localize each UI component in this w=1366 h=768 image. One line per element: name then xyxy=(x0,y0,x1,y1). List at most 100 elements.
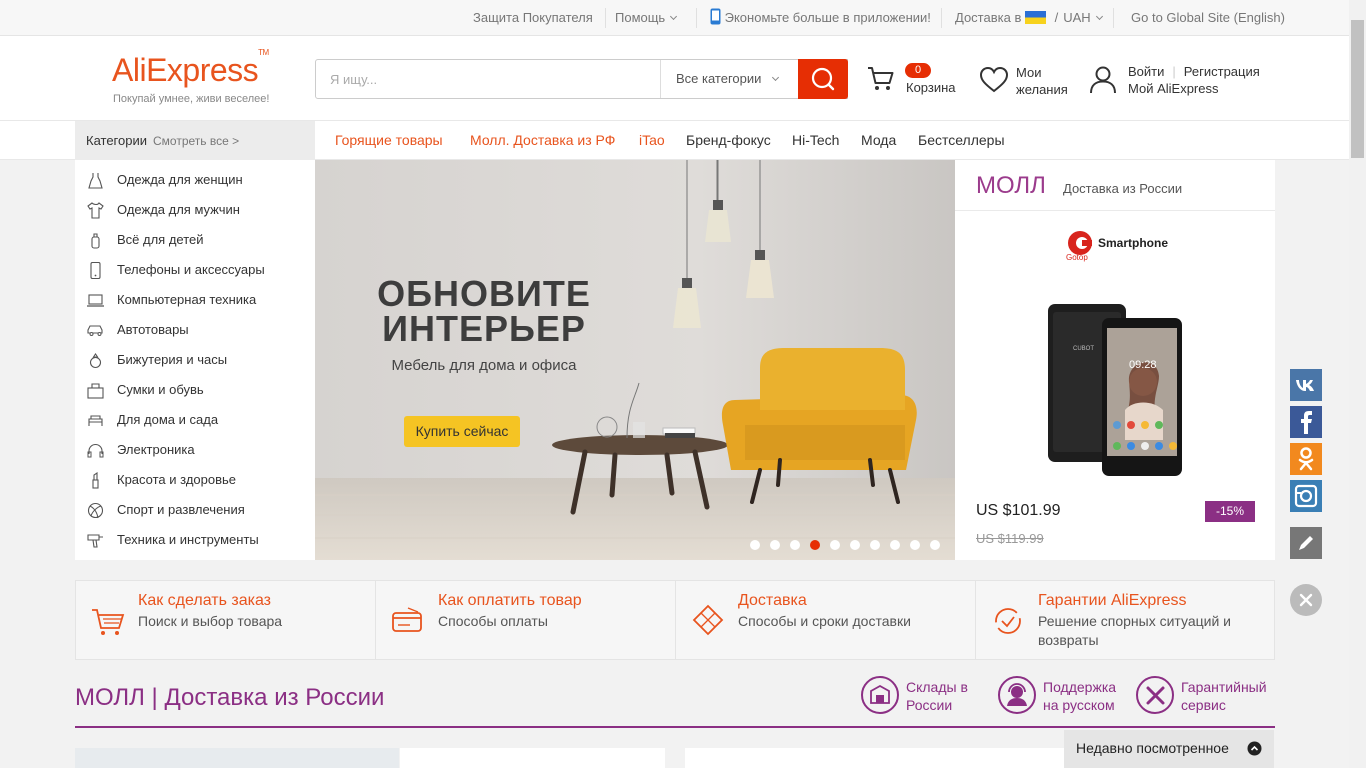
nav-brand-focus[interactable]: Бренд-фокус xyxy=(686,121,771,160)
wishlist-button[interactable] xyxy=(979,66,1009,97)
dress-icon xyxy=(88,173,103,189)
search-button[interactable] xyxy=(798,59,848,99)
info-how-to-order[interactable]: Как сделать заказ Поиск и выбор товара xyxy=(76,581,376,659)
wishlist-line2: желания xyxy=(1016,82,1068,97)
carousel-dot[interactable] xyxy=(870,540,880,550)
category-nav: Категории Смотреть все > Горящие товары М… xyxy=(0,120,1366,160)
card-icon xyxy=(392,607,422,632)
category-jewelry[interactable]: Бижутерия и часы xyxy=(75,345,315,375)
cart-button[interactable] xyxy=(866,64,896,97)
carousel-dot[interactable] xyxy=(750,540,760,550)
my-aliexpress-link[interactable]: Мой AliExpress xyxy=(1128,80,1260,97)
category-label: Всё для детей xyxy=(117,232,204,247)
phone-clock: 09:28 xyxy=(1129,359,1157,371)
account-button[interactable] xyxy=(1088,64,1118,97)
chevron-up-icon xyxy=(1247,741,1262,756)
nav-mall-russia[interactable]: Молл. Доставка из РФ xyxy=(470,121,615,160)
feature-line1: Гарантийный xyxy=(1181,679,1267,695)
guarantee-icon xyxy=(995,608,1021,634)
category-select[interactable]: Все категории xyxy=(660,60,799,98)
carousel-dot[interactable] xyxy=(770,540,780,550)
info-title: Гарантии AliExpress xyxy=(1038,592,1187,609)
carousel-dot[interactable] xyxy=(850,540,860,550)
category-phones[interactable]: Телефоны и аксессуары xyxy=(75,255,315,285)
feedback-button[interactable] xyxy=(1290,527,1322,559)
mall-product-card[interactable]: МОЛЛ Доставка из России Smartphone Gotop… xyxy=(955,160,1275,560)
info-title: Доставка xyxy=(738,592,807,609)
product-old-price: US $119.99 xyxy=(976,531,1044,546)
banner-buy-now-button[interactable]: Купить сейчас xyxy=(404,416,520,447)
product-tile[interactable] xyxy=(685,748,1065,768)
product-price: US $101.99 xyxy=(976,502,1061,519)
close-sidebar-button[interactable] xyxy=(1290,584,1322,616)
categories-label: Категории xyxy=(86,133,147,148)
app-link[interactable]: Экономьте больше в приложении! xyxy=(710,0,931,36)
help-label: Помощь xyxy=(615,10,666,25)
search-input[interactable] xyxy=(316,60,659,98)
category-electronics[interactable]: Электроника xyxy=(75,435,315,465)
info-delivery[interactable]: Доставка Способы и сроки доставки xyxy=(676,581,976,659)
nav-hot-deals[interactable]: Горящие товары xyxy=(335,121,443,160)
nav-itao[interactable]: iTao xyxy=(639,121,665,160)
global-site-link[interactable]: Go to Global Site (English) xyxy=(1131,0,1285,36)
recently-viewed-label: Недавно посмотренное xyxy=(1076,740,1229,756)
info-guarantees[interactable]: Гарантии AliExpress Решение спорных ситу… xyxy=(976,581,1276,659)
carousel-dot[interactable] xyxy=(930,540,940,550)
discount-badge: -15% xyxy=(1205,501,1255,522)
hero-banner[interactable]: ОБНОВИТЕ ИНТЕРЬЕР Мебель для дома и офиса… xyxy=(315,160,955,560)
category-bags[interactable]: Сумки и обувь xyxy=(75,375,315,405)
category-label: Красота и здоровье xyxy=(117,472,237,487)
category-home[interactable]: Для дома и сада xyxy=(75,405,315,435)
nav-hitech[interactable]: Hi-Tech xyxy=(792,121,839,160)
help-menu[interactable]: Помощь xyxy=(615,0,678,36)
category-sidebar: Одежда для женщин Одежда для мужчин Всё … xyxy=(75,160,315,560)
instagram-share-button[interactable] xyxy=(1290,480,1322,512)
category-sports[interactable]: Спорт и развлечения xyxy=(75,495,315,525)
divider xyxy=(1113,8,1114,28)
help-info-row: Как сделать заказ Поиск и выбор товара К… xyxy=(75,580,1275,660)
pencil-icon xyxy=(1299,536,1313,550)
info-how-to-pay[interactable]: Как оплатить товар Способы оплаты xyxy=(376,581,676,659)
wishlist-label[interactable]: Мои желания xyxy=(1016,64,1068,98)
category-auto[interactable]: Автотовары xyxy=(75,315,315,345)
category-women[interactable]: Одежда для женщин xyxy=(75,165,315,195)
recently-viewed-panel[interactable]: Недавно посмотренное xyxy=(1064,730,1274,768)
category-men[interactable]: Одежда для мужчин xyxy=(75,195,315,225)
info-subtitle: Способы оплаты xyxy=(438,613,548,629)
info-subtitle: Поиск и выбор товара xyxy=(138,613,283,629)
category-tools[interactable]: Техника и инструменты xyxy=(75,525,315,555)
nav-bestsellers[interactable]: Бестселлеры xyxy=(918,121,1005,160)
scrollbar-thumb[interactable] xyxy=(1351,20,1364,158)
cart-label[interactable]: Корзина xyxy=(906,79,956,96)
nav-fashion[interactable]: Мода xyxy=(861,121,896,160)
info-subtitle: Способы и сроки доставки xyxy=(738,613,911,629)
drill-icon xyxy=(87,534,103,548)
support-agent-icon xyxy=(998,676,1036,714)
category-label: Сумки и обувь xyxy=(117,382,204,397)
product-tile[interactable] xyxy=(400,748,665,768)
categories-header[interactable]: Категории Смотреть все > xyxy=(75,121,315,160)
carousel-dot[interactable] xyxy=(890,540,900,550)
login-link[interactable]: Войти xyxy=(1128,64,1164,79)
carousel-dot[interactable] xyxy=(910,540,920,550)
product-tile[interactable] xyxy=(75,748,399,768)
odnoklassniki-share-button[interactable] xyxy=(1290,443,1322,475)
vk-share-button[interactable] xyxy=(1290,369,1322,401)
category-computers[interactable]: Компьютерная техника xyxy=(75,285,315,315)
see-all-link[interactable]: Смотреть все > xyxy=(153,134,239,148)
category-beauty[interactable]: Красота и здоровье xyxy=(75,465,315,495)
aliexpress-logo[interactable]: AliExpressTM xyxy=(112,48,269,89)
delivery-currency-menu[interactable]: Доставка в / UAH xyxy=(955,0,1103,36)
facebook-share-button[interactable] xyxy=(1290,406,1322,438)
phone-brand-mark: CUBOT xyxy=(1073,346,1094,352)
instagram-icon xyxy=(1294,484,1318,508)
carousel-dot-active[interactable] xyxy=(810,540,820,550)
buyer-protection-link[interactable]: Защита Покупателя xyxy=(473,0,593,36)
carousel-dot[interactable] xyxy=(830,540,840,550)
category-kids[interactable]: Всё для детей xyxy=(75,225,315,255)
sofa-icon xyxy=(88,415,103,426)
category-label: Компьютерная техника xyxy=(117,292,257,307)
register-link[interactable]: Регистрация xyxy=(1184,64,1260,79)
category-label: Телефоны и аксессуары xyxy=(117,262,265,277)
carousel-dot[interactable] xyxy=(790,540,800,550)
